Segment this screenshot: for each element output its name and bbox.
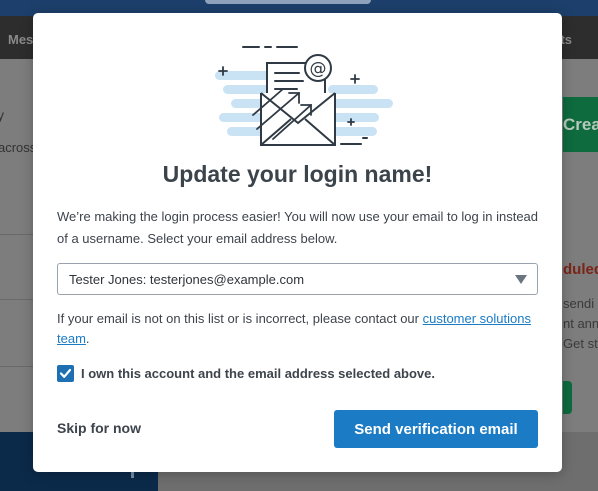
- bg-green-button[interactable]: [563, 381, 572, 414]
- email-select-value: Tester Jones: testerjones@example.com: [69, 272, 305, 287]
- bg-left-heading: y: [0, 107, 4, 123]
- confirm-ownership-checkbox[interactable]: [57, 365, 74, 382]
- bg-create-label: Crea: [563, 115, 598, 134]
- bg-right-line-2: nt ann: [563, 316, 598, 331]
- divider: [0, 234, 33, 235]
- confirm-ownership-label[interactable]: I own this account and the email address…: [81, 366, 435, 381]
- svg-text:@: @: [310, 59, 327, 79]
- bg-create-button[interactable]: Crea: [563, 97, 598, 152]
- modal-title: Update your login name!: [162, 161, 433, 187]
- divider: [0, 299, 33, 300]
- nav-item-right[interactable]: ts: [560, 32, 572, 47]
- help-text-prefix: If your email is not on this list or is …: [57, 311, 423, 326]
- send-verification-email-button[interactable]: Send verification email: [334, 410, 538, 448]
- bg-left-text: across: [0, 140, 37, 155]
- skip-for-now-button[interactable]: Skip for now: [57, 420, 141, 436]
- bg-right-line-1: sendi: [563, 296, 595, 311]
- top-bar-tab: [205, 0, 371, 4]
- bg-right-line-3: Get sta: [563, 336, 598, 351]
- help-text-suffix: .: [85, 331, 90, 346]
- modal-description: We’re making the login process easier! Y…: [57, 209, 539, 246]
- help-text: If your email is not on this list or is …: [57, 309, 547, 349]
- divider: [0, 366, 33, 367]
- nav-item-messages[interactable]: Mes: [8, 32, 33, 47]
- envelope-email-illustration: @: [215, 46, 393, 146]
- chevron-down-icon: [515, 275, 527, 284]
- update-login-modal: @ Update your login name! We’re making t…: [33, 13, 562, 472]
- bg-alert-heading: duled: [563, 261, 598, 278]
- email-select[interactable]: Tester Jones: testerjones@example.com: [57, 263, 538, 295]
- checkmark-icon: [59, 368, 72, 378]
